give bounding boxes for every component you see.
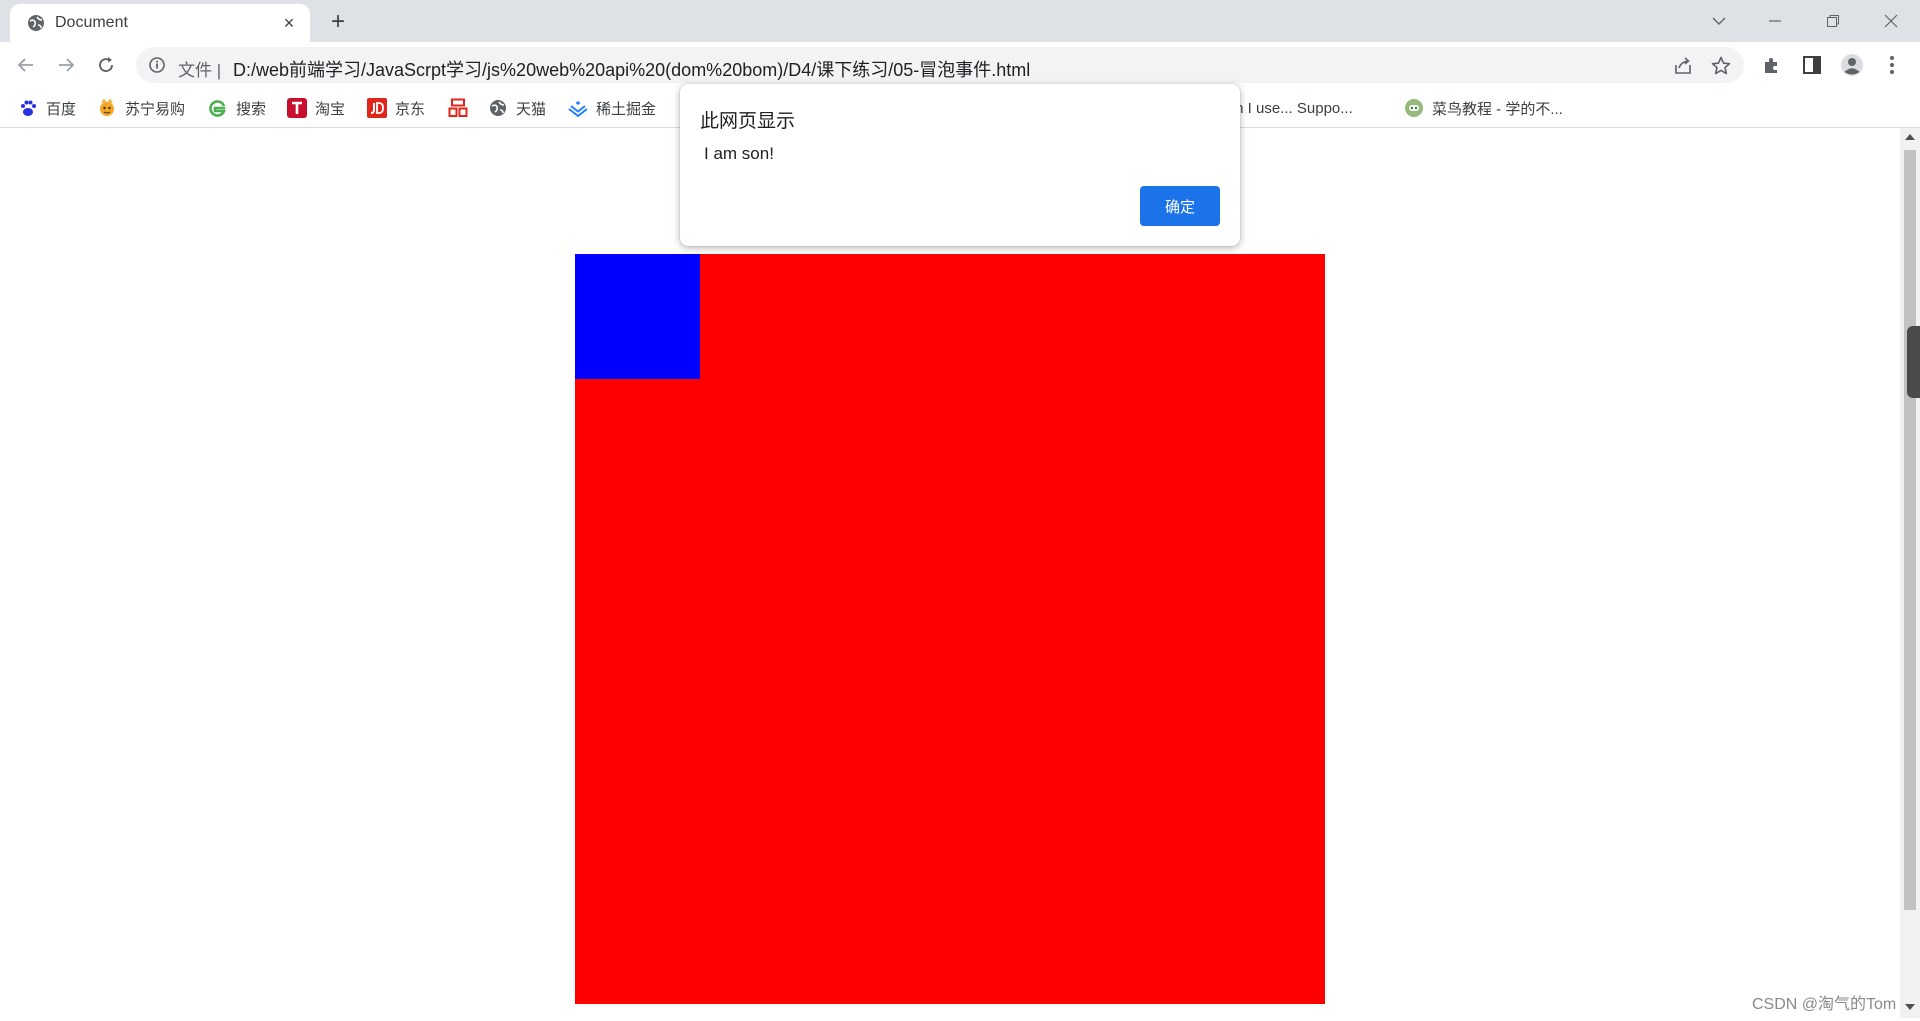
jd-icon <box>367 98 387 118</box>
suning-icon <box>100 98 114 116</box>
juejin-icon <box>568 101 588 118</box>
side-panel-icon[interactable] <box>1800 53 1824 77</box>
bookmark-search[interactable]: 搜索 <box>208 95 266 121</box>
url-text[interactable]: D:/web前端学习/JavaScrpt学习/js%20web%20api%20… <box>233 56 1030 82</box>
close-icon[interactable] <box>1868 6 1914 36</box>
bookmark-juejin[interactable]: 稀土掘金 <box>568 95 656 121</box>
profile-icon[interactable] <box>1840 53 1864 77</box>
reload-button[interactable] <box>92 51 120 79</box>
back-arrow-icon <box>17 58 33 72</box>
scroll-up-arrow-icon[interactable] <box>1905 134 1915 140</box>
bookmark-jd[interactable]: 京东 <box>367 95 425 121</box>
browser-window: Document × + 文件 | D:/web前端学习/JavaScrpt学习… <box>0 0 1920 1021</box>
forward-arrow-icon <box>59 58 75 72</box>
scroll-thumb[interactable] <box>1904 150 1916 910</box>
tab-strip: Document × + <box>0 0 1920 42</box>
bookmark-label: 苏宁易购 <box>125 100 186 118</box>
share-icon[interactable] <box>1672 55 1694 77</box>
bookmark-baidu[interactable]: 百度 <box>18 95 76 121</box>
search-engine-icon <box>209 100 226 117</box>
scrollbar[interactable] <box>1900 128 1920 1018</box>
address-bar[interactable]: 文件 | D:/web前端学习/JavaScrpt学习/js%20web%20a… <box>136 47 1744 83</box>
bookmark-star-icon[interactable] <box>1710 55 1732 77</box>
bookmark-label: 淘宝 <box>315 100 346 118</box>
tab-close-icon[interactable]: × <box>278 12 300 34</box>
runoob-icon <box>1405 99 1423 117</box>
bookmark-suning[interactable]: 苏宁易购 <box>97 95 185 121</box>
reload-icon <box>99 57 113 72</box>
tab-title: Document <box>55 14 128 31</box>
dialog-title: 此网页显示 <box>700 111 796 132</box>
bookmark-taobao[interactable]: 淘宝 <box>287 95 345 121</box>
restore-icon[interactable] <box>1810 6 1856 36</box>
page-viewport <box>0 128 1900 1018</box>
baidu-icon <box>21 100 36 116</box>
globe-icon <box>490 100 506 116</box>
scroll-down-arrow-icon[interactable] <box>1905 1004 1915 1010</box>
toolbar: 文件 | D:/web前端学习/JavaScrpt学习/js%20web%20a… <box>0 42 1920 88</box>
extensions-icon[interactable] <box>1760 53 1784 77</box>
bookmark-runoob[interactable]: 菜鸟教程 - 学的不... <box>1404 95 1563 121</box>
info-icon[interactable] <box>148 56 166 74</box>
bookmark-label: 搜索 <box>236 100 267 118</box>
forward-button[interactable] <box>52 51 80 79</box>
globe-icon <box>28 15 44 31</box>
back-button[interactable] <box>12 51 40 79</box>
bookmark-tmall[interactable]: 天猫 <box>488 95 546 121</box>
taobao-icon <box>287 98 307 118</box>
ok-button[interactable]: 确定 <box>1140 186 1220 226</box>
minimize-icon[interactable] <box>1752 6 1798 36</box>
csdn-watermark: CSDN @淘气的Tom <box>1752 996 1897 1013</box>
bookmark-label: 菜鸟教程 - 学的不... <box>1432 100 1563 118</box>
grid-logo-icon <box>448 98 468 117</box>
file-scheme-label: 文件 | <box>178 61 222 80</box>
bookmark-label: 天猫 <box>516 100 547 118</box>
side-widget-handle[interactable] <box>1907 326 1920 398</box>
tab-search-icon[interactable] <box>1696 6 1742 36</box>
father-box[interactable] <box>575 254 1325 1004</box>
menu-icon[interactable] <box>1880 53 1904 77</box>
bookmark-label: 百度 <box>46 100 77 118</box>
son-box[interactable] <box>575 254 700 379</box>
dialog-message: I am son! <box>704 144 774 163</box>
bookmark-grid-logo[interactable] <box>448 95 476 121</box>
tab-document[interactable]: Document × <box>10 4 310 42</box>
new-tab-button[interactable]: + <box>324 8 352 36</box>
bookmark-label: 稀土掘金 <box>596 100 657 118</box>
alert-dialog: 此网页显示 I am son! 确定 <box>680 84 1240 246</box>
bookmark-label: 京东 <box>395 100 426 118</box>
